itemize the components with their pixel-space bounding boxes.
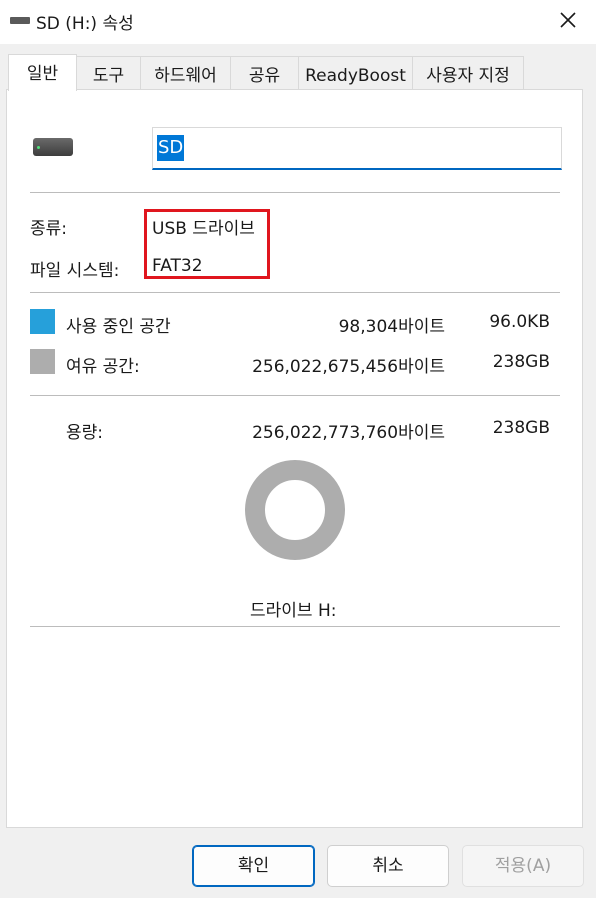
cancel-button[interactable]: 취소 (327, 845, 449, 887)
capacity-label: 용량: (66, 423, 104, 443)
divider (30, 292, 560, 293)
drive-icon (33, 138, 73, 156)
free-space-ring (245, 460, 345, 560)
tab-general[interactable]: 일반 (8, 54, 77, 91)
close-icon (560, 12, 576, 28)
capacity-size: 238GB (492, 418, 550, 438)
usage-donut-chart (245, 460, 345, 560)
tab-tools[interactable]: 도구 (76, 56, 141, 90)
drive-led-icon (37, 146, 40, 149)
capacity-bytes: 256,022,773,760바이트 (252, 423, 445, 443)
divider (30, 626, 560, 627)
tab-strip: 일반 도구 하드웨어 공유 ReadyBoost 사용자 지정 (0, 54, 596, 91)
close-button[interactable] (540, 0, 596, 40)
tab-customize[interactable]: 사용자 지정 (412, 56, 524, 90)
drive-caption: 드라이브 H: (250, 601, 337, 621)
divider (30, 192, 560, 193)
used-space-size: 96.0KB (489, 312, 550, 332)
highlight-box (144, 209, 270, 279)
drive-name-value: SD (157, 135, 185, 161)
tab-sharing[interactable]: 공유 (230, 56, 299, 90)
tab-readyboost[interactable]: ReadyBoost (298, 56, 413, 90)
general-panel (6, 89, 583, 828)
ok-button[interactable]: 확인 (192, 845, 315, 887)
free-space-swatch (30, 349, 55, 374)
used-space-swatch (30, 309, 55, 334)
drive-icon (10, 17, 30, 24)
used-space-bytes: 98,304바이트 (338, 317, 445, 337)
apply-button[interactable]: 적용(A) (462, 845, 584, 887)
filesystem-label: 파일 시스템: (30, 261, 120, 281)
type-label: 종류: (30, 219, 68, 239)
window-title: SD (H:) 속성 (36, 14, 134, 34)
drive-name-input[interactable]: SD (152, 127, 562, 170)
free-space-size: 238GB (492, 352, 550, 372)
free-space-label: 여유 공간: (66, 357, 140, 377)
title-bar: SD (H:) 속성 (0, 0, 596, 44)
divider (30, 395, 560, 396)
tab-hardware[interactable]: 하드웨어 (140, 56, 231, 90)
free-space-bytes: 256,022,675,456바이트 (252, 357, 445, 377)
used-space-label: 사용 중인 공간 (66, 317, 171, 337)
